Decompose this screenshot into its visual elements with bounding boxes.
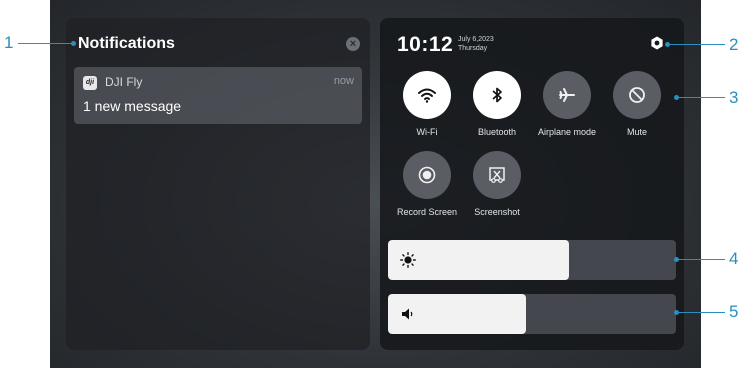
mute-toggle[interactable] <box>613 71 661 119</box>
screenshot-icon <box>489 167 505 183</box>
notifications-panel: Notifications × dji DJI Fly now 1 new me… <box>66 18 370 350</box>
control-center-panel: 10:12 July 6,2023 Thursday Wi-Fi Bluetoo… <box>380 18 684 350</box>
airplane-icon <box>559 88 575 102</box>
callout-dot-3 <box>674 95 679 100</box>
callout-line-3 <box>677 97 725 98</box>
bluetooth-toggle[interactable] <box>473 71 521 119</box>
callout-number-1: 1 <box>4 33 14 52</box>
record-icon <box>418 166 436 184</box>
notification-app-name: DJI Fly <box>105 75 143 89</box>
callout-dot-1 <box>71 41 76 46</box>
notification-card[interactable]: dji DJI Fly now 1 new message <box>74 67 362 124</box>
notifications-title: Notifications <box>78 35 175 52</box>
tile-airplane-mode[interactable]: Airplane mode <box>527 71 607 137</box>
volume-icon <box>402 308 413 320</box>
tile-label-record-screen: Record Screen <box>396 207 458 217</box>
date-display: July 6,2023 Thursday <box>458 35 494 53</box>
callout-number-4: 4 <box>729 249 739 268</box>
callout-dot-2 <box>665 42 670 47</box>
tile-label-screenshot: Screenshot <box>474 207 520 217</box>
mute-icon <box>629 87 645 103</box>
tile-label-mute: Mute <box>626 127 647 137</box>
callout-line-4 <box>677 259 725 260</box>
notification-time: now <box>333 75 354 87</box>
callout-dot-4 <box>674 257 679 262</box>
tile-label-wifi: Wi-Fi <box>416 127 438 137</box>
airplane-mode-toggle[interactable] <box>543 71 591 119</box>
callout-number-5: 5 <box>729 302 739 321</box>
volume-slider[interactable] <box>388 294 676 334</box>
settings-hexagon-icon[interactable] <box>650 36 664 50</box>
wifi-icon <box>418 88 436 103</box>
tile-wifi[interactable]: Wi-Fi <box>387 71 467 137</box>
screenshot-toggle[interactable] <box>473 151 521 199</box>
brightness-icon <box>400 252 416 268</box>
tile-mute[interactable]: Mute <box>597 71 677 137</box>
tile-label-bluetooth: Bluetooth <box>477 127 517 137</box>
bluetooth-icon <box>492 87 502 103</box>
callout-line-1 <box>18 43 73 44</box>
tile-bluetooth[interactable]: Bluetooth <box>457 71 537 137</box>
brightness-slider[interactable] <box>388 240 676 280</box>
callout-number-2: 2 <box>729 35 739 54</box>
wifi-toggle[interactable] <box>403 71 451 119</box>
weekday-text: Thursday <box>458 45 488 52</box>
callout-number-3: 3 <box>729 88 739 107</box>
callout-line-5 <box>677 312 725 313</box>
date-text: July 6,2023 <box>458 36 494 43</box>
callout-dot-5 <box>674 310 679 315</box>
tile-screenshot[interactable]: Screenshot <box>457 151 537 217</box>
tile-record-screen[interactable]: Record Screen <box>387 151 467 217</box>
clock: 10:12 <box>397 33 454 56</box>
close-icon[interactable]: × <box>346 37 360 51</box>
notification-message: 1 new message <box>83 98 182 114</box>
callout-line-2 <box>667 44 725 45</box>
record-screen-toggle[interactable] <box>403 151 451 199</box>
dji-app-icon: dji <box>83 76 97 90</box>
tile-label-airplane-mode: Airplane mode <box>537 127 597 137</box>
